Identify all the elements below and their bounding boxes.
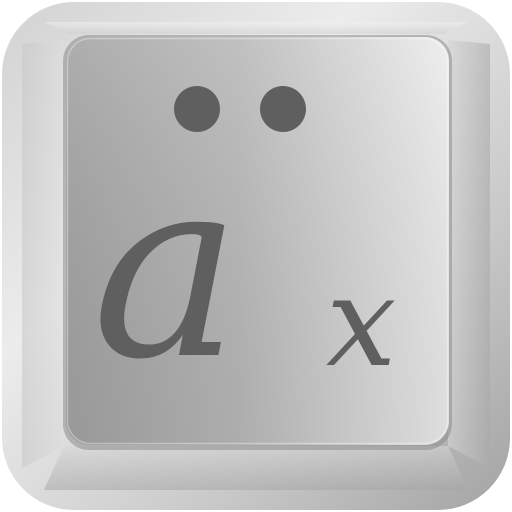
umlaut-a-keycap-icon: a x <box>2 2 510 510</box>
svg-text:a: a <box>92 123 241 414</box>
svg-text:x: x <box>326 250 397 395</box>
app-icon: a x <box>0 0 512 512</box>
